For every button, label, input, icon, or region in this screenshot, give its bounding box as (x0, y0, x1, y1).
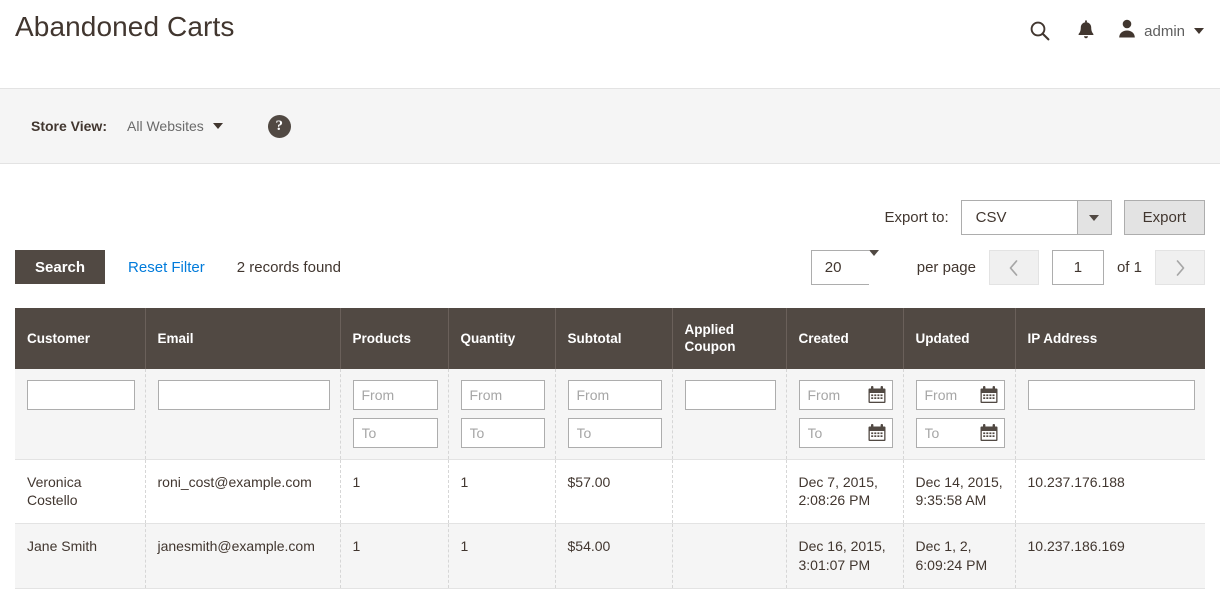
pagination-controls: 20 per page of 1 (810, 250, 1205, 285)
filter-products-to-input[interactable] (352, 417, 438, 448)
cell-email: janesmith@example.com (145, 523, 341, 590)
calendar-icon[interactable] (867, 385, 887, 405)
column-header-updated[interactable]: Updated (903, 308, 1016, 369)
export-format-select[interactable]: CSV (960, 200, 1112, 235)
cell-email: roni_cost@example.com (145, 459, 341, 525)
export-controls: Export to: CSV Export (884, 200, 1205, 235)
filter-customer-input[interactable] (27, 379, 135, 410)
chevron-left-icon (1008, 259, 1020, 277)
cell-subtotal: $57.00 (555, 459, 673, 525)
cell-ip-address: 10.237.176.188 (1015, 459, 1205, 525)
filter-cell-quantity (448, 368, 556, 460)
cell-created: Dec 7, 2015, 2:08:26 PM (786, 459, 904, 525)
calendar-icon[interactable] (979, 423, 999, 443)
grid-filter-row (15, 368, 1205, 460)
cell-applied-coupon (672, 523, 787, 590)
abandoned-carts-page: Abandoned Carts admin Store View: All We… (0, 0, 1220, 599)
admin-menu[interactable]: admin (1109, 14, 1204, 48)
table-row[interactable]: Veronica Costello roni_cost@example.com … (15, 459, 1205, 525)
column-header-products[interactable]: Products (340, 308, 449, 369)
notifications-button[interactable] (1063, 14, 1109, 48)
chevron-right-icon (1174, 259, 1186, 277)
header-actions: admin (1017, 14, 1204, 48)
column-header-email[interactable]: Email (145, 308, 341, 369)
cell-quantity: 1 (448, 523, 556, 590)
column-header-ip-address[interactable]: IP Address (1015, 308, 1205, 369)
column-header-customer[interactable]: Customer (15, 308, 146, 369)
grid-search-controls: Search Reset Filter 2 records found (15, 250, 341, 284)
filter-products-from-input[interactable] (352, 379, 438, 410)
column-header-subtotal[interactable]: Subtotal (555, 308, 673, 369)
cell-products: 1 (340, 523, 449, 590)
page-title: Abandoned Carts (15, 11, 235, 42)
chevron-down-icon[interactable] (868, 250, 904, 285)
cell-subtotal: $54.00 (555, 523, 673, 590)
filter-cell-products (340, 368, 449, 460)
search-button[interactable] (1017, 14, 1063, 48)
store-view-bar: Store View: All Websites ? (0, 88, 1220, 164)
table-row[interactable]: Jane Smith janesmith@example.com 1 1 $54… (15, 523, 1205, 590)
per-page-value: 20 (810, 250, 869, 285)
records-found-label: 2 records found (236, 258, 341, 276)
filter-subtotal-from-input[interactable] (567, 379, 662, 410)
store-view-value: All Websites (127, 118, 204, 134)
page-header: Abandoned Carts admin (0, 0, 1220, 62)
export-format-value: CSV (960, 200, 1077, 235)
filter-quantity-from-input[interactable] (460, 379, 545, 410)
cell-ip-address: 10.237.186.169 (1015, 523, 1205, 590)
filter-subtotal-to-input[interactable] (567, 417, 662, 448)
cell-customer: Jane Smith (15, 523, 146, 590)
filter-email-input[interactable] (157, 379, 330, 410)
abandoned-carts-grid: Customer Email Products Quantity Subtota… (15, 308, 1205, 590)
filter-applied-coupon-input[interactable] (684, 379, 776, 410)
previous-page-button[interactable] (988, 250, 1039, 285)
total-pages-label: of 1 (1116, 259, 1142, 276)
next-page-button[interactable] (1155, 250, 1205, 285)
per-page-label: per page (916, 259, 976, 276)
column-header-created[interactable]: Created (786, 308, 904, 369)
filter-cell-created (786, 368, 904, 460)
column-header-applied-coupon[interactable]: Applied Coupon (672, 308, 787, 369)
filter-cell-updated (903, 368, 1016, 460)
chevron-down-icon (1194, 28, 1204, 34)
cell-created: Dec 16, 2015, 3:01:07 PM (786, 523, 904, 590)
cell-updated: Dec 14, 2015, 9:35:58 AM (903, 459, 1016, 525)
question-mark-icon[interactable]: ? (267, 114, 291, 138)
cell-products: 1 (340, 459, 449, 525)
chevron-down-icon (212, 123, 223, 129)
cell-customer: Veronica Costello (15, 459, 146, 525)
export-to-label: Export to: (884, 209, 949, 226)
cell-quantity: 1 (448, 459, 556, 525)
bell-icon (1076, 20, 1096, 42)
filter-cell-ip-address (1015, 368, 1205, 460)
search-icon (1029, 20, 1051, 42)
cell-applied-coupon (672, 459, 787, 525)
reset-filter-link[interactable]: Reset Filter (128, 259, 205, 276)
filter-quantity-to-input[interactable] (460, 417, 545, 448)
filter-cell-applied-coupon (672, 368, 787, 460)
calendar-icon[interactable] (979, 385, 999, 405)
filter-cell-email (145, 368, 341, 460)
chevron-down-icon[interactable] (1076, 200, 1112, 235)
cell-updated: Dec 1, 2, 6:09:24 PM (903, 523, 1016, 590)
column-header-quantity[interactable]: Quantity (448, 308, 556, 369)
filter-cell-customer (15, 368, 146, 460)
export-button[interactable]: Export (1123, 200, 1205, 235)
search-submit-button[interactable]: Search (15, 250, 106, 284)
store-view-label: Store View: (31, 118, 107, 134)
calendar-icon[interactable] (867, 423, 887, 443)
per-page-select[interactable]: 20 (810, 250, 904, 285)
filter-cell-subtotal (555, 368, 673, 460)
admin-label: admin (1144, 22, 1185, 40)
user-avatar-icon (1117, 18, 1137, 44)
grid-header-row: Customer Email Products Quantity Subtota… (15, 308, 1205, 369)
filter-ip-address-input[interactable] (1027, 379, 1195, 410)
current-page-input[interactable] (1051, 250, 1104, 285)
store-view-select[interactable]: All Websites (127, 118, 223, 134)
